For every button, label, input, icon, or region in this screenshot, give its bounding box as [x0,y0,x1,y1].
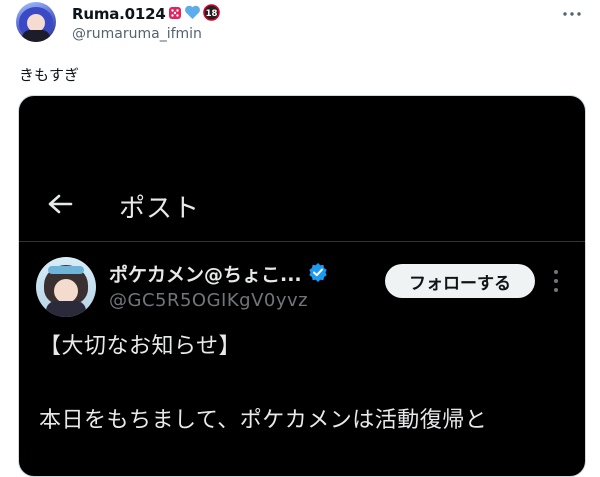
author-avatar[interactable] [16,2,56,42]
attached-screenshot[interactable]: ポスト ポケカメン@ちょこ... @GC5R5OGIKgV0yvz フォローする… [18,95,586,477]
embedded-more-options-icon [549,270,563,292]
embedded-author-display-name: ポケカメン@ちょこ... [109,264,302,286]
back-arrow-icon [47,193,73,215]
embedded-author-handle: @GC5R5OGIKgV0yvz [109,290,309,311]
author-handle[interactable]: @rumaruma_ifmin [72,26,202,42]
author-display-name[interactable]: Ruma.0124 [72,5,166,23]
tweet: Ruma.0124 18 @rumaruma_ifmin きもすぎ ポスト ポケ… [0,0,600,477]
post-header-title: ポスト [119,194,201,224]
tweet-text: きもすぎ [19,66,80,84]
divider [19,241,585,242]
blue-heart-icon [184,5,201,24]
follow-button: フォローする [385,264,535,298]
more-options-icon[interactable] [562,4,582,24]
svg-text:18: 18 [205,9,217,19]
embedded-post-body: 本日をもちまして、ポケカメンは活動復帰と [39,408,488,433]
embedded-author-avatar [36,257,96,317]
author-name-row: Ruma.0124 18 [72,3,220,25]
dice-icon [168,5,182,24]
embedded-author-name-row: ポケカメン@ちょこ... [109,260,328,287]
verified-badge-icon [308,262,328,286]
r18-icon: 18 [202,3,220,25]
embedded-notice-heading: 【大切なお知らせ】 [39,334,242,359]
